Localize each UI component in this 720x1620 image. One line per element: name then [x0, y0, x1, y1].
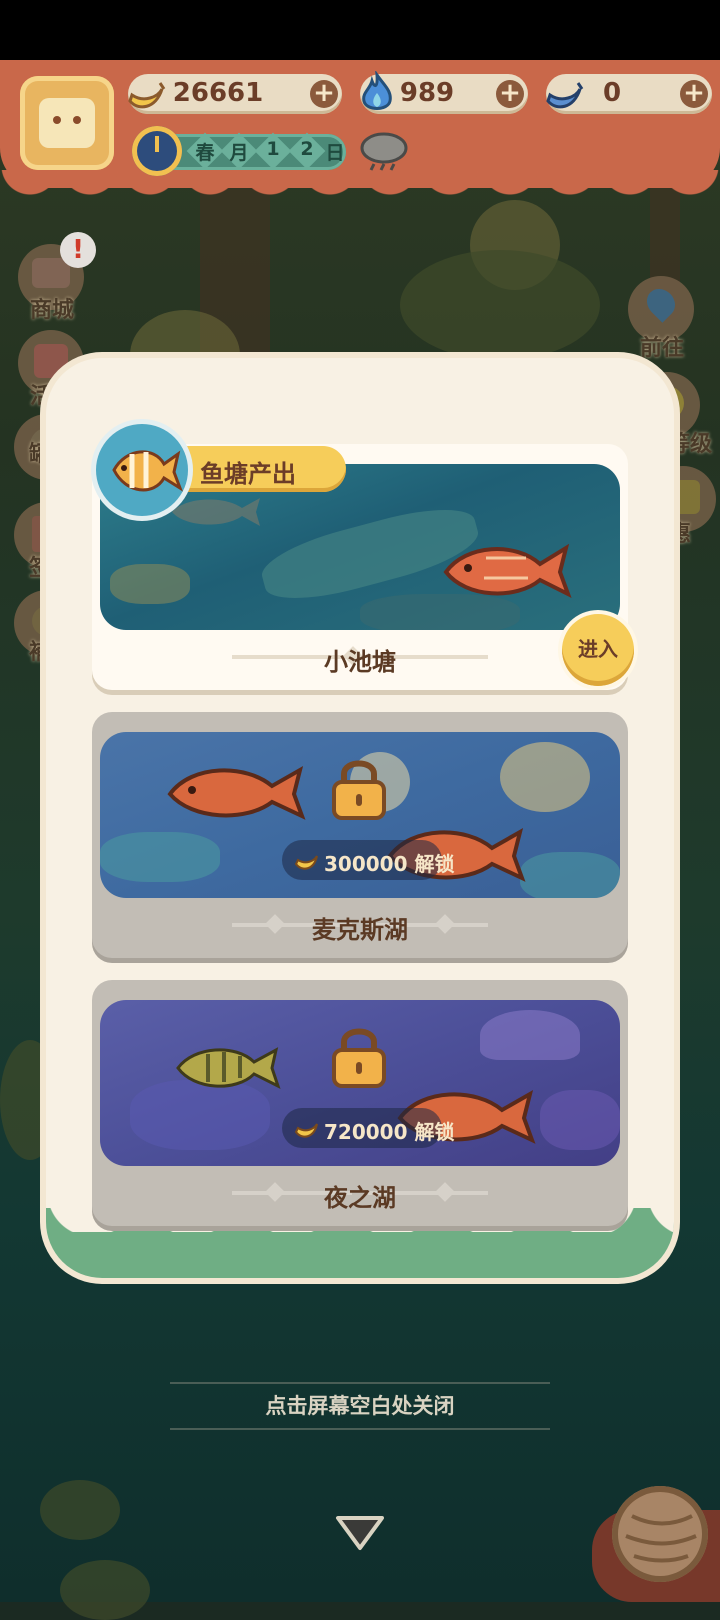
unlock-price-night-lake: 720000 解锁 [282, 1108, 454, 1148]
banana-icon [294, 855, 318, 870]
close-hint-text: 点击屏幕空白处关闭 [265, 1394, 455, 1418]
header-scallop [0, 170, 720, 200]
date-month: 月 [229, 142, 249, 164]
date-digit-2: 2 [300, 138, 314, 160]
koi-fish-icon [443, 543, 572, 599]
player-avatar[interactable] [20, 76, 114, 170]
max-lake-image: 300000 解锁 [100, 732, 620, 898]
pond-card-night-lake[interactable]: 720000 解锁 夜之湖 [92, 980, 628, 1226]
unlock-price-max-lake: 300000 解锁 [282, 840, 454, 880]
notification-badge: ! [60, 232, 96, 268]
banana-icon [294, 1123, 318, 1138]
perch-fish-icon [176, 1047, 281, 1089]
add-blue-banana-button[interactable]: + [680, 80, 708, 108]
lock-icon [332, 760, 386, 820]
flame-count: 989 [399, 78, 455, 108]
enter-pond-button[interactable]: 进入 [562, 614, 634, 686]
pond-card-max-lake[interactable]: 300000 解锁 麦克斯湖 [92, 712, 628, 958]
map-pin-icon [641, 283, 681, 323]
avatar-face-icon [39, 98, 95, 148]
clock-icon[interactable] [132, 126, 182, 176]
blue-banana-counter: 0 + [546, 74, 712, 114]
go-to-label: 前往 [639, 336, 684, 361]
add-banana-button[interactable]: + [310, 80, 338, 108]
collapse-arrow-icon[interactable] [334, 1512, 386, 1552]
add-flame-button[interactable]: + [496, 80, 524, 108]
pond-output-label: 鱼塘产出 [200, 460, 296, 488]
date-season: 春 [195, 142, 215, 164]
pond-card-small[interactable]: 鱼塘产出 小池塘 进入 [92, 424, 634, 690]
pond-select-dialog: 鱼塘产出 小池塘 进入 300000 解锁 麦克斯湖 720000 解锁 夜之湖 [46, 358, 674, 1278]
rain-cloud-icon[interactable] [358, 128, 410, 174]
night-lake-image: 720000 解锁 [100, 1000, 620, 1166]
status-bar [0, 0, 720, 60]
date-day: 日 [325, 142, 345, 164]
tropical-fish-icon [96, 424, 188, 516]
pond-name-small: 小池塘 [324, 648, 396, 676]
pond-output-tag[interactable]: 鱼塘产出 [96, 424, 356, 516]
shop-label: 商城 [29, 298, 74, 323]
banana-counter: 26661 + [128, 74, 342, 114]
banana-count: 26661 [172, 78, 264, 108]
unlock-label-night-lake: 720000 解锁 [324, 1120, 455, 1144]
flame-counter: 989 + [360, 71, 528, 114]
date-digit-1: 1 [266, 138, 280, 160]
yarn-ball-icon[interactable] [612, 1486, 708, 1582]
unlock-label-max-lake: 300000 解锁 [324, 852, 455, 876]
lock-icon [332, 1028, 386, 1088]
koi-fish-icon [167, 765, 306, 820]
pond-name-night-lake: 夜之湖 [324, 1184, 396, 1212]
blue-banana-count: 0 [602, 78, 622, 108]
pond-name-max-lake: 麦克斯湖 [312, 916, 408, 944]
